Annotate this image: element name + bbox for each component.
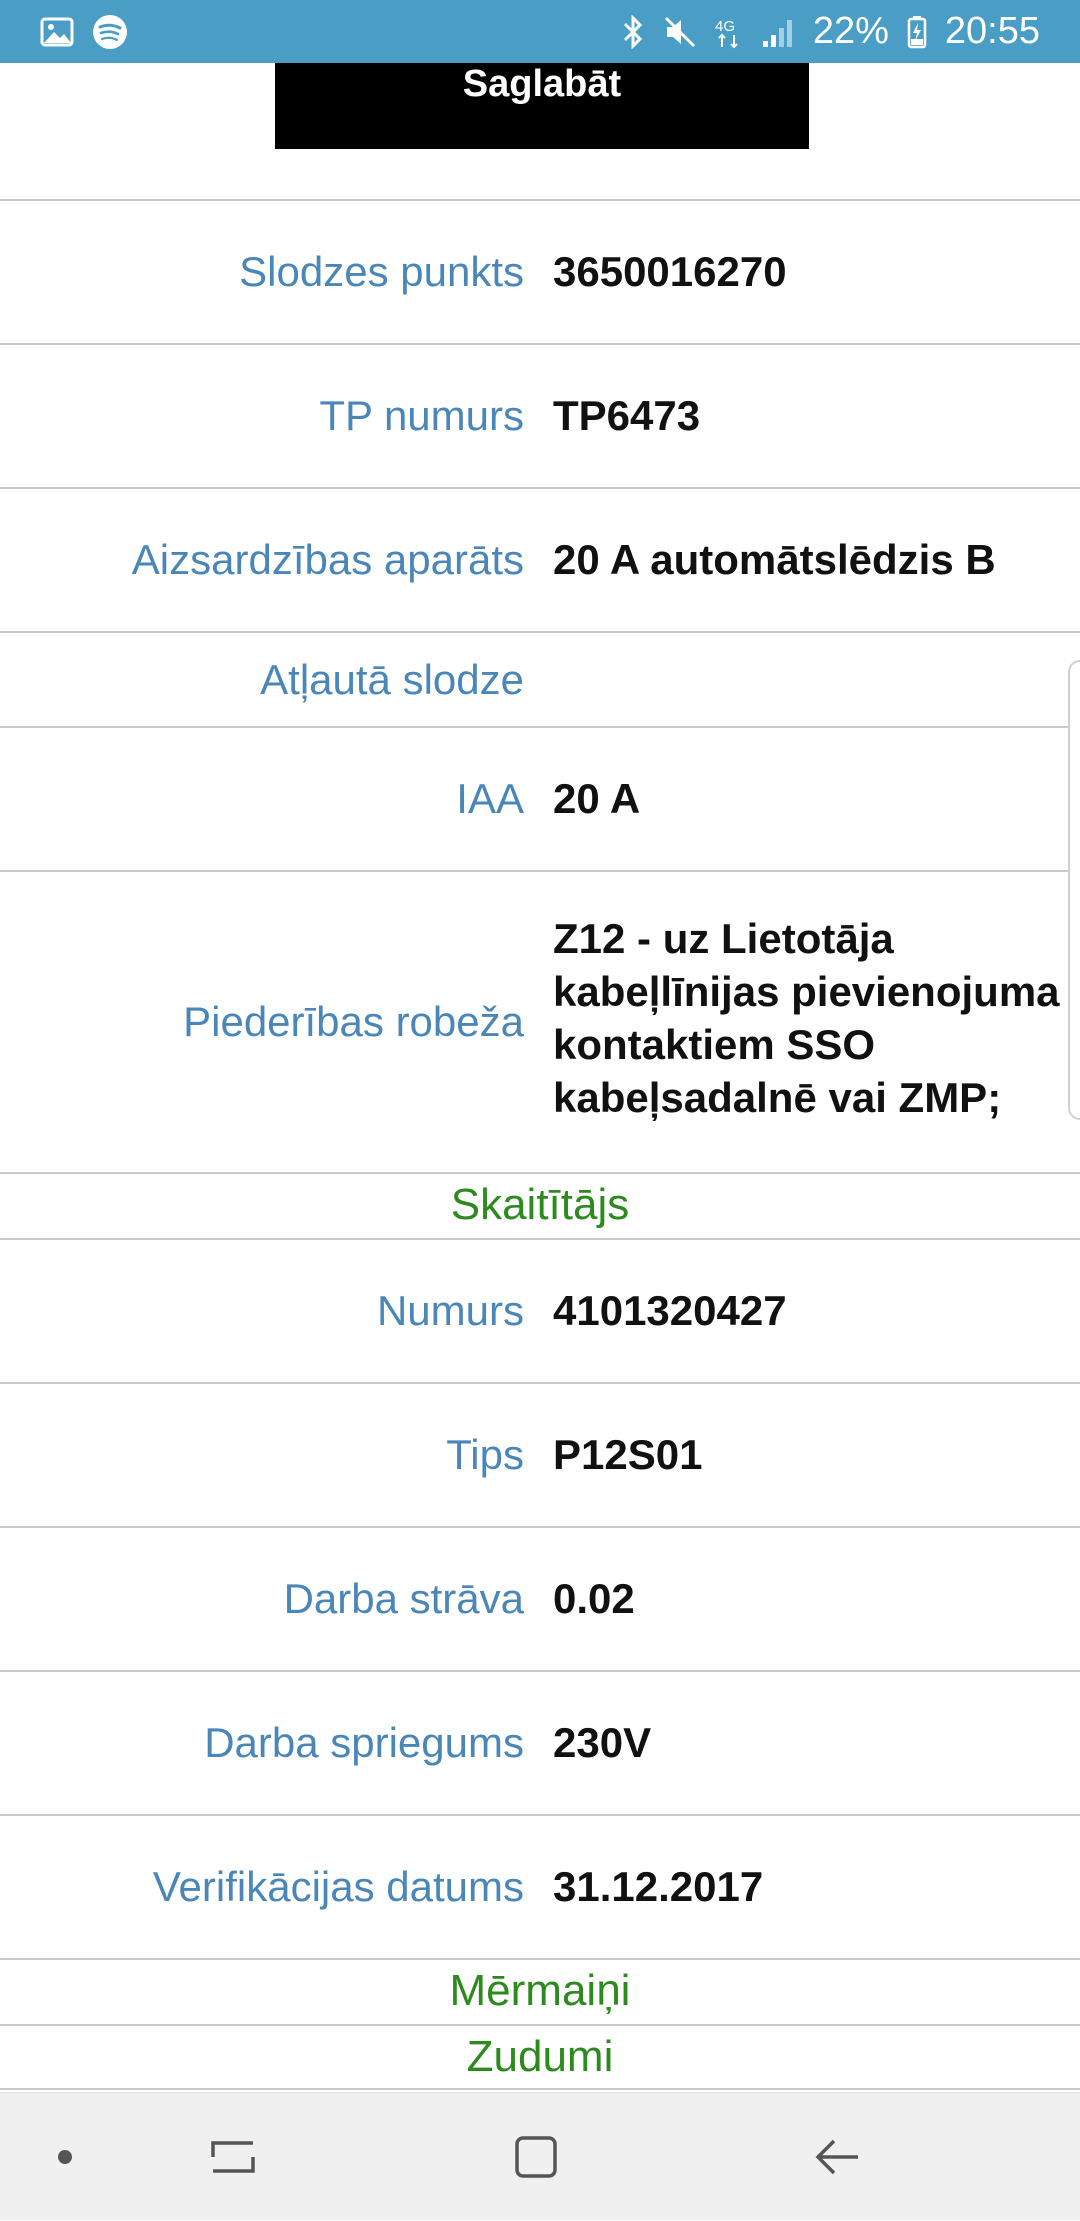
row-operating-voltage: Darba spriegums 230V — [0, 1670, 1080, 1814]
mute-icon — [663, 15, 697, 49]
bluetooth-icon — [621, 14, 645, 49]
battery-charging-icon — [907, 15, 927, 49]
row-value: 31.12.2017 — [553, 1863, 764, 1910]
signal-icon — [761, 15, 795, 49]
row-value: 20 A automātslēdzis B — [553, 536, 996, 583]
row-value: 230V — [553, 1719, 652, 1766]
edge-panel-handle[interactable] — [1068, 660, 1080, 1120]
row-value: 4101320427 — [553, 1287, 787, 1334]
dot-icon[interactable] — [5, 2093, 125, 2221]
details-list: Slodzes punkts 3650016270 TP numurs TP64… — [0, 199, 1080, 2090]
row-label: Slodzes punkts — [239, 248, 524, 295]
row-load-point: Slodzes punkts 3650016270 — [0, 199, 1080, 343]
row-operating-current: Darba strāva 0.02 — [0, 1526, 1080, 1670]
row-value: P12S01 — [553, 1431, 703, 1478]
row-meter-type: Tips P12S01 — [0, 1382, 1080, 1526]
row-label: TP numurs — [319, 392, 524, 439]
recent-apps-icon[interactable] — [173, 2093, 293, 2221]
row-label: Piederības robeža — [183, 998, 524, 1045]
row-value: 0.02 — [553, 1575, 635, 1622]
network-4g-icon: 4G — [715, 15, 743, 49]
home-icon[interactable] — [476, 2093, 596, 2221]
row-verification-date: Verifikācijas datums 31.12.2017 — [0, 1814, 1080, 1958]
save-button-label: Saglabāt — [462, 63, 622, 105]
row-value: 20 A — [553, 775, 641, 822]
row-value: TP6473 — [553, 392, 701, 439]
row-tp-number: TP numurs TP6473 — [0, 343, 1080, 487]
section-transformers[interactable]: Mērmaiņi — [0, 1958, 1080, 2024]
svg-text:4G: 4G — [715, 18, 735, 35]
row-label: Numurs — [376, 1287, 524, 1334]
status-bar: 4G 22% 20:55 — [0, 0, 1080, 63]
row-label: Tips — [446, 1431, 524, 1478]
row-iaa: IAA 20 A — [0, 726, 1080, 870]
gallery-icon — [40, 17, 74, 47]
row-label: Darba spriegums — [204, 1719, 524, 1766]
row-value: 3650016270 — [553, 248, 787, 295]
row-ownership-boundary: Piederības robeža Z12 - uz Lietotāja kab… — [0, 870, 1080, 1172]
spotify-icon — [92, 14, 128, 50]
navigation-bar — [0, 2092, 1080, 2220]
row-allowed-load: Atļautā slodze — [0, 631, 1080, 726]
row-meter-number: Numurs 4101320427 — [0, 1238, 1080, 1382]
row-label: Aizsardzības aparāts — [131, 536, 524, 583]
section-losses[interactable]: Zudumi — [0, 2024, 1080, 2090]
section-meter[interactable]: Skaitītājs — [0, 1172, 1080, 1238]
save-area: Saglabāt — [0, 63, 1080, 199]
row-label: Darba strāva — [283, 1575, 524, 1622]
row-value: Z12 - uz Lietotāja kabeļlīnijas pievieno… — [553, 915, 1060, 1121]
row-label: Verifikācijas datums — [152, 1863, 524, 1910]
battery-percent: 22% — [812, 10, 889, 52]
back-icon[interactable] — [778, 2093, 898, 2221]
clock: 20:55 — [944, 10, 1040, 52]
save-button[interactable]: Saglabāt — [275, 63, 809, 149]
row-label: IAA — [456, 775, 524, 822]
row-protection-device: Aizsardzības aparāts 20 A automātslēdzis… — [0, 487, 1080, 631]
row-label: Atļautā slodze — [260, 655, 524, 703]
